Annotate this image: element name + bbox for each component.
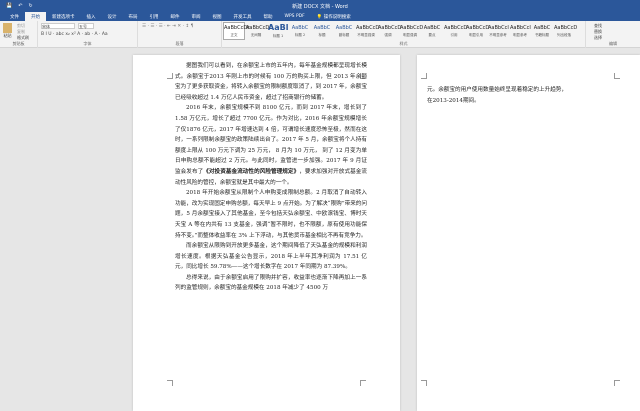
- style-name: 书籍标题: [535, 33, 549, 37]
- style-2[interactable]: AaBl 标题 1: [267, 22, 289, 40]
- document-body[interactable]: 元。余额宝的用户使用数量始终呈现着稳定的上升趋势，在2013-2014期间。: [427, 85, 567, 106]
- style-preview: AaBbCcD: [554, 25, 578, 31]
- style-preview: AaBbC: [533, 25, 551, 31]
- paragraph: 总得来说，由于余额宝启用了限购并扩容，收益率也逐渐下降再加上一系列的监管规则，余…: [175, 274, 367, 292]
- style-15[interactable]: AaBbCcD 列出段落: [553, 22, 578, 40]
- document-page-2[interactable]: 元。余额宝的用户使用数量始终呈现着稳定的上升趋势，在2013-2014期间。: [417, 55, 640, 411]
- crop-mark: [167, 380, 173, 386]
- style-preview: AaBbCcD: [400, 25, 424, 31]
- style-name: 明显参考: [513, 33, 527, 37]
- font-size-select[interactable]: 五号: [78, 23, 94, 29]
- paragraph: 而余额宝从限购到开放更多基金，这个期间降低了天弘基金的规模和利润增长速度。根据天…: [175, 243, 367, 271]
- tab-wps-pdf[interactable]: WPS PDF: [279, 12, 311, 21]
- font-format-buttons[interactable]: B I U · abc x₂ x² A · ab · A · Aa: [41, 32, 108, 37]
- style-preview: AaBbC: [335, 25, 353, 31]
- style-9[interactable]: AaBbC 要点: [421, 22, 443, 40]
- style-preview: AaBbCcI: [510, 25, 531, 31]
- style-11[interactable]: AaBbCcD 明显引用: [465, 22, 490, 40]
- style-name: 明显引用: [469, 33, 483, 37]
- ribbon-tabs: 文件 开始 新建选项卡 插入 设计 布局 引用 邮件 审阅 视图 开发工具 帮助…: [0, 12, 640, 21]
- font-name-select[interactable]: 宋体: [41, 23, 75, 29]
- title-bar: 💾 ↶ ↻ 新建 DOCX 文档 - Word: [0, 0, 640, 12]
- style-name: 无间隔: [250, 33, 262, 37]
- ribbon: 粘贴 剪切 复制 格式刷 剪贴板 宋体 五号 B I U · abc x₂ x²…: [0, 21, 640, 48]
- paragraph-buttons[interactable]: ☰ · ☰ · ☰ · ⇤ ⇥ ✕ · ↕ ¶: [142, 24, 194, 29]
- style-preview: AaBbCcDc: [224, 25, 250, 31]
- clipboard-group: 粘贴 剪切 复制 格式刷 剪贴板: [0, 21, 38, 48]
- style-10[interactable]: AaBbCcD 引用: [443, 22, 468, 40]
- style-name: 标题 1: [272, 34, 284, 38]
- undo-icon[interactable]: ↶: [18, 3, 22, 9]
- font-group: 宋体 五号 B I U · abc x₂ x² A · ab · A · Aa …: [38, 21, 138, 48]
- style-preview: AaBbC: [313, 25, 331, 31]
- crop-mark: [614, 380, 620, 386]
- paste-icon: [3, 23, 12, 33]
- bold-title: 《对投资基金流动性的风险管理规定》: [203, 168, 300, 175]
- style-name: 强调: [384, 33, 392, 37]
- style-name: 要点: [428, 33, 436, 37]
- style-preview: AaBbC: [291, 25, 309, 31]
- style-name: 不明显参考: [489, 33, 507, 37]
- paragraph: 2016 年末，余额宝规模不到 8100 亿元，而到 2017 年末，增长到了 …: [175, 105, 367, 186]
- style-name: 引用: [450, 33, 458, 37]
- tab-review[interactable]: 审阅: [186, 12, 207, 21]
- tab-references[interactable]: 引用: [144, 12, 165, 21]
- crop-mark: [421, 73, 427, 79]
- style-name: 副标题: [338, 33, 350, 37]
- style-name: 明显强调: [403, 33, 417, 37]
- crop-mark: [360, 380, 366, 386]
- tab-view[interactable]: 视图: [207, 12, 228, 21]
- style-6[interactable]: AaBbCcD 不明显强调: [355, 22, 380, 40]
- crop-mark: [421, 380, 427, 386]
- style-preview: AaBbCcD: [466, 25, 490, 31]
- style-name: 正文: [230, 33, 238, 37]
- style-3[interactable]: AaBbC 标题 2: [289, 22, 311, 40]
- crop-mark: [167, 73, 173, 79]
- style-5[interactable]: AaBbC 副标题: [333, 22, 355, 40]
- tab-layout[interactable]: 布局: [123, 12, 144, 21]
- paragraph: 元。余额宝的用户使用数量始终呈现着稳定的上升趋势，在2013-2014期间。: [427, 87, 567, 104]
- style-preview: AaBbC: [423, 25, 441, 31]
- style-preview: AaBbCcD: [444, 25, 468, 31]
- tab-file[interactable]: 文件: [4, 12, 25, 21]
- style-preview: AaBl: [268, 23, 289, 32]
- style-1[interactable]: AaBbCcDc 无间隔: [245, 22, 272, 40]
- style-4[interactable]: AaBbC 标题: [311, 22, 333, 40]
- tab-mailings[interactable]: 邮件: [165, 12, 186, 21]
- style-name: 标题 2: [294, 33, 306, 37]
- style-name: 列出段落: [557, 33, 571, 37]
- redo-icon[interactable]: ↻: [28, 3, 32, 9]
- style-preview: AaBbCcDc: [246, 25, 272, 31]
- window-title: 新建 DOCX 文档 - Word: [292, 4, 348, 10]
- style-14[interactable]: AaBbC 书籍标题: [531, 22, 553, 40]
- style-8[interactable]: AaBbCcD 明显强调: [399, 22, 424, 40]
- paragraph-group: ☰ · ☰ · ☰ · ⇤ ⇥ ✕ · ↕ ¶ 段落: [138, 21, 222, 48]
- document-page-1[interactable]: 据图我们可以看到，在余额宝上市的五年内，每年基金规模都呈现增长模式。余额宝于20…: [133, 55, 400, 411]
- tab-new[interactable]: 新建选项卡: [46, 12, 81, 21]
- tab-home[interactable]: 开始: [25, 12, 46, 21]
- style-name: 标题: [318, 33, 326, 37]
- paste-button[interactable]: 粘贴: [3, 23, 12, 39]
- crop-mark: [614, 73, 620, 79]
- style-0[interactable]: AaBbCcDc 正文: [223, 22, 250, 40]
- paragraph: 2018 年开始余额宝从限制个人申购变成限制总额。2 月取消了自动转入功能，改为…: [175, 190, 367, 239]
- style-13[interactable]: AaBbCcI 明显参考: [509, 22, 531, 40]
- tell-me-search[interactable]: 💡 操作说明搜索: [311, 12, 357, 21]
- tab-insert[interactable]: 插入: [81, 12, 102, 21]
- document-body[interactable]: 据图我们可以看到，在余额宝上市的五年内，每年基金规模都呈现增长模式。余额宝于20…: [175, 61, 367, 294]
- style-preview: AaBbCcI: [488, 25, 509, 31]
- save-icon[interactable]: 💾: [6, 3, 12, 9]
- tab-developer[interactable]: 开发工具: [228, 12, 258, 21]
- style-7[interactable]: AaBbCcD 强调: [377, 22, 402, 40]
- tab-design[interactable]: 设计: [102, 12, 123, 21]
- styles-gallery: AaBbCcDc 正文 AaBbCcDc 无间隔 AaBl 标题 1 AaBbC 标题 2 Aa…: [223, 22, 578, 40]
- style-preview: AaBbCcD: [378, 25, 402, 31]
- paragraph: 据图我们可以看到，在余额宝上市的五年内，每年基金规模都呈现增长模式。余额宝于20…: [175, 63, 367, 101]
- editing-group: 查找 替换 选择 编辑: [594, 23, 617, 46]
- style-preview: AaBbCcD: [356, 25, 380, 31]
- style-name: 不明显强调: [357, 33, 375, 37]
- tab-help[interactable]: 帮助: [258, 12, 279, 21]
- style-12[interactable]: AaBbCcI 不明显参考: [487, 22, 509, 40]
